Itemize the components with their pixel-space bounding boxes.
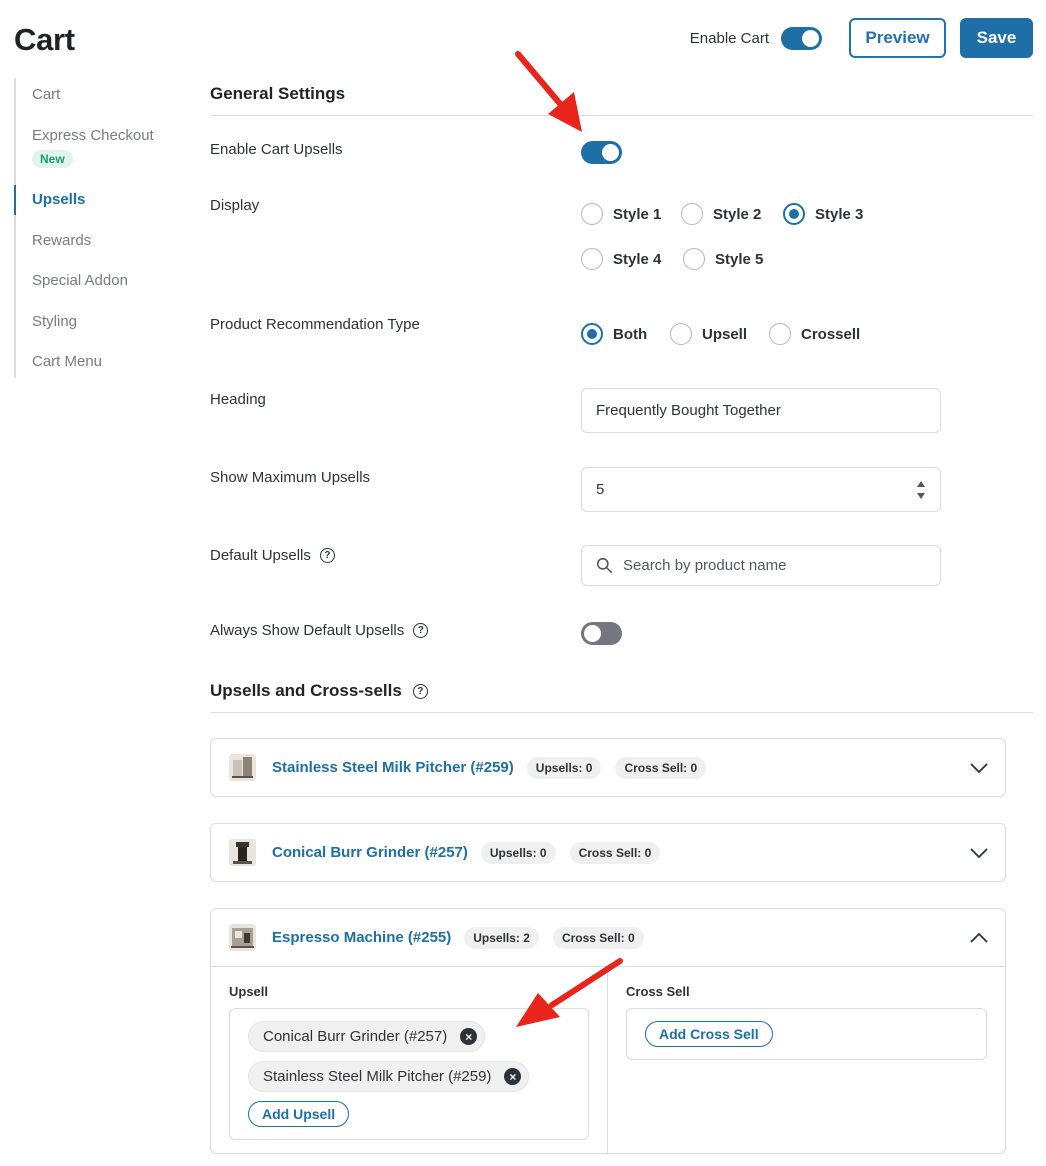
product-card: Conical Burr Grinder (#257) Upsells: 0 C… (210, 823, 1006, 882)
display-style-4-radio[interactable]: Style 4 (581, 248, 661, 270)
radio-label: Style 3 (815, 205, 864, 223)
enable-cart-label: Enable Cart (689, 29, 769, 47)
annotation-arrow-icon (515, 51, 582, 132)
display-style-3-radio[interactable]: Style 3 (783, 203, 863, 225)
product-card: Stainless Steel Milk Pitcher (#259) Upse… (210, 738, 1006, 797)
general-settings-title: General Settings (210, 84, 346, 103)
display-style-2-radio[interactable]: Style 2 (681, 203, 761, 225)
upsell-tag: Conical Burr Grinder (#257) × (248, 1021, 486, 1052)
add-upsell-button[interactable]: Add Upsell (248, 1101, 350, 1127)
radio-label: Style 1 (613, 205, 662, 223)
sidebar-item-cart-menu[interactable]: Cart Menu (14, 347, 102, 377)
product-name-link[interactable]: Espresso Machine (#255) (272, 929, 451, 946)
cross-sell-count-badge: Cross Sell: 0 (552, 926, 644, 949)
sidebar-item-styling[interactable]: Styling (14, 307, 77, 337)
upsells-count-badge: Upsells: 0 (526, 756, 602, 779)
radio-label: Style 5 (715, 250, 764, 268)
divider (210, 115, 1033, 116)
rec-type-upsell-radio[interactable]: Upsell (670, 323, 747, 345)
default-upsells-label-row: Default Upsells ? (210, 547, 335, 564)
product-thumbnail (229, 839, 256, 866)
product-card-header[interactable]: Stainless Steel Milk Pitcher (#259) Upse… (211, 739, 1005, 796)
radio-circle (683, 248, 705, 270)
settings-sidebar: Cart Express Checkout New Upsells Reward… (14, 78, 179, 378)
product-name-link[interactable]: Stainless Steel Milk Pitcher (#259) (272, 759, 514, 776)
radio-circle (581, 248, 603, 270)
top-actions: Enable Cart Preview Save (690, 18, 1033, 58)
product-thumbnail (229, 924, 256, 951)
add-cross-sell-button[interactable]: Add Cross Sell (645, 1021, 773, 1047)
always-show-label: Always Show Default Upsells (210, 622, 405, 639)
cross-sell-tag-box: Add Cross Sell (626, 1008, 987, 1060)
default-upsells-label: Default Upsells (210, 547, 311, 564)
sidebar-item-upsells[interactable]: Upsells (14, 185, 85, 215)
product-name-link[interactable]: Conical Burr Grinder (#257) (272, 844, 468, 861)
radio-circle (670, 323, 692, 345)
stepper-icon[interactable] (916, 480, 926, 500)
radio-label: Both (613, 325, 648, 343)
search-placeholder: Search by product name (623, 557, 787, 574)
radio-label: Style 2 (713, 205, 762, 223)
rec-type-crossell-radio[interactable]: Crossell (769, 323, 860, 345)
chevron-down-icon[interactable] (970, 844, 988, 862)
rec-type-both-radio[interactable]: Both (581, 323, 647, 345)
new-badge: New (32, 150, 73, 168)
radio-label: Upsell (702, 325, 748, 343)
page-title: Cart (14, 22, 75, 57)
radio-circle-checked (581, 323, 603, 345)
sidebar-item-special-addon[interactable]: Special Addon (14, 266, 128, 296)
cross-sell-label: Cross Sell (626, 984, 690, 999)
radio-circle-checked (783, 203, 805, 225)
always-show-label-row: Always Show Default Upsells ? (210, 622, 429, 639)
help-icon[interactable]: ? (412, 683, 428, 699)
product-card-header[interactable]: Conical Burr Grinder (#257) Upsells: 0 C… (211, 824, 1005, 881)
remove-tag-icon[interactable]: × (460, 1028, 478, 1045)
sidebar-item-express-checkout[interactable]: Express Checkout (14, 121, 154, 151)
rec-type-label: Product Recommendation Type (210, 316, 420, 333)
heading-input[interactable]: Frequently Bought Together (581, 388, 941, 433)
max-upsells-label: Show Maximum Upsells (210, 469, 371, 486)
sidebar-item-rewards[interactable]: Rewards (14, 226, 91, 256)
upsells-section-title-row: Upsells and Cross-sells ? (210, 681, 428, 701)
cross-sell-count-badge: Cross Sell: 0 (615, 756, 707, 779)
max-upsells-value: 5 (596, 481, 605, 498)
sidebar-item-cart[interactable]: Cart (14, 80, 60, 110)
max-upsells-input[interactable]: 5 (581, 467, 941, 512)
help-icon[interactable]: ? (413, 623, 429, 638)
save-button[interactable]: Save (960, 18, 1033, 58)
chevron-up-icon[interactable] (970, 929, 988, 947)
display-style-5-radio[interactable]: Style 5 (683, 248, 763, 270)
display-style-1-radio[interactable]: Style 1 (581, 203, 661, 225)
help-icon[interactable]: ? (319, 548, 335, 563)
heading-input-value: Frequently Bought Together (596, 402, 781, 419)
enable-upsells-toggle[interactable] (581, 141, 622, 164)
product-thumbnail (229, 754, 256, 781)
always-show-toggle[interactable] (581, 622, 622, 645)
enable-upsells-label: Enable Cart Upsells (210, 141, 343, 158)
radio-label: Crossell (801, 325, 861, 343)
preview-button[interactable]: Preview (849, 18, 946, 58)
heading-label: Heading (210, 391, 266, 408)
upsells-count-badge: Upsells: 0 (480, 841, 556, 864)
cross-sell-count-badge: Cross Sell: 0 (569, 841, 661, 864)
upsell-tag: Stainless Steel Milk Pitcher (#259) × (248, 1061, 530, 1092)
cross-sell-column: Cross Sell Add Cross Sell (608, 967, 1005, 1153)
radio-circle (581, 203, 603, 225)
upsells-section-title: Upsells and Cross-sells (210, 681, 402, 700)
default-upsells-search[interactable]: Search by product name (581, 545, 941, 586)
radio-label: Style 4 (613, 250, 662, 268)
tag-label: Stainless Steel Milk Pitcher (#259) (263, 1068, 492, 1085)
radio-circle (769, 323, 791, 345)
upsells-count-badge: Upsells: 2 (464, 926, 539, 949)
search-icon (596, 557, 613, 574)
annotation-arrow-icon (516, 958, 623, 1027)
product-card-expanded: Espresso Machine (#255) Upsells: 2 Cross… (210, 908, 1006, 1154)
radio-circle (681, 203, 703, 225)
tag-label: Conical Burr Grinder (#257) (263, 1028, 448, 1045)
display-label: Display (210, 197, 260, 214)
enable-cart-toggle[interactable] (781, 26, 822, 50)
divider (210, 712, 1033, 713)
remove-tag-icon[interactable]: × (504, 1068, 522, 1085)
chevron-down-icon[interactable] (970, 759, 988, 777)
